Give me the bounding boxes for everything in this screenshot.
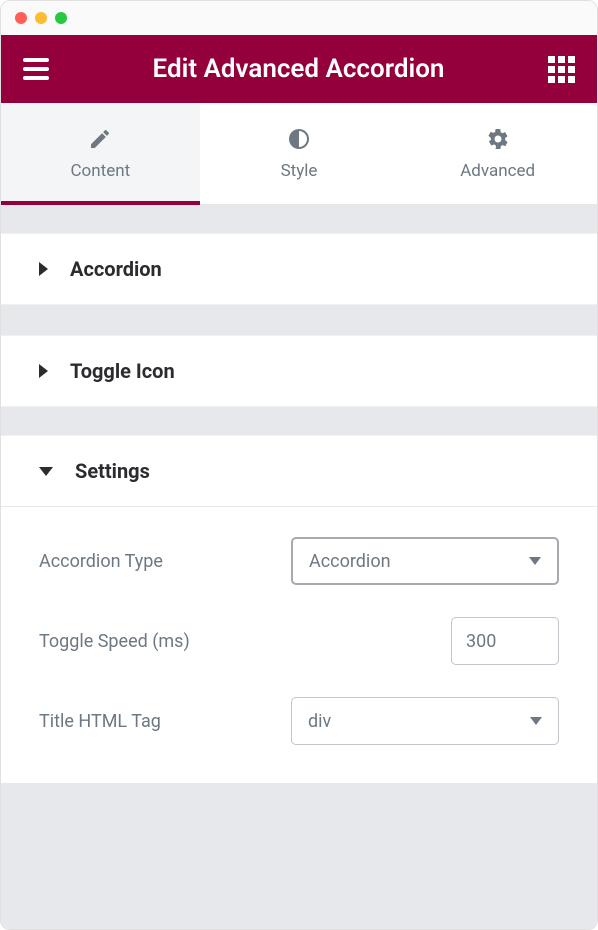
widgets-grid-icon[interactable]	[548, 56, 575, 83]
chevron-down-icon	[530, 717, 542, 725]
maximize-window-button[interactable]	[55, 12, 67, 24]
menu-icon[interactable]	[23, 58, 49, 80]
caret-right-icon	[39, 364, 48, 378]
minimize-window-button[interactable]	[35, 12, 47, 24]
section-settings-title: Settings	[75, 459, 150, 483]
accordion-type-label: Accordion Type	[39, 551, 163, 572]
tab-content-label: Content	[70, 161, 130, 181]
gear-icon	[486, 127, 510, 151]
field-accordion-type: Accordion Type Accordion	[39, 537, 559, 585]
title-html-tag-select[interactable]: div	[291, 697, 559, 745]
section-accordion[interactable]: Accordion	[1, 233, 597, 305]
tab-style[interactable]: Style	[200, 103, 399, 204]
section-accordion-title: Accordion	[70, 257, 162, 281]
field-title-html-tag: Title HTML Tag div	[39, 697, 559, 745]
accordion-type-value: Accordion	[309, 551, 391, 572]
title-html-tag-label: Title HTML Tag	[39, 711, 161, 732]
window-titlebar	[1, 1, 597, 35]
pencil-icon	[88, 127, 112, 151]
accordion-type-select[interactable]: Accordion	[291, 537, 559, 585]
tabs-bar: Content Style Advanced	[1, 103, 597, 205]
section-settings[interactable]: Settings	[1, 435, 597, 507]
tab-advanced-label: Advanced	[460, 161, 535, 181]
editor-window: Edit Advanced Accordion Content Style Ad…	[0, 0, 598, 930]
settings-body: Accordion Type Accordion Toggle Speed (m…	[1, 507, 597, 783]
toggle-speed-label: Toggle Speed (ms)	[39, 631, 190, 652]
field-toggle-speed: Toggle Speed (ms) 300	[39, 617, 559, 665]
title-html-tag-value: div	[308, 711, 331, 732]
contrast-icon	[287, 127, 311, 151]
panel-title: Edit Advanced Accordion	[153, 54, 445, 84]
close-window-button[interactable]	[15, 12, 27, 24]
tab-advanced[interactable]: Advanced	[398, 103, 597, 204]
content-area: Accordion Toggle Icon Settings Accordion…	[1, 205, 597, 929]
panel-header: Edit Advanced Accordion	[1, 35, 597, 103]
tab-style-label: Style	[281, 161, 318, 181]
toggle-speed-value: 300	[466, 631, 496, 652]
caret-down-icon	[39, 467, 53, 476]
section-toggle-icon[interactable]: Toggle Icon	[1, 335, 597, 407]
tab-content[interactable]: Content	[1, 103, 200, 204]
chevron-down-icon	[529, 557, 541, 565]
toggle-speed-input[interactable]: 300	[451, 617, 559, 665]
caret-right-icon	[39, 262, 48, 276]
section-toggle-icon-title: Toggle Icon	[70, 359, 175, 383]
